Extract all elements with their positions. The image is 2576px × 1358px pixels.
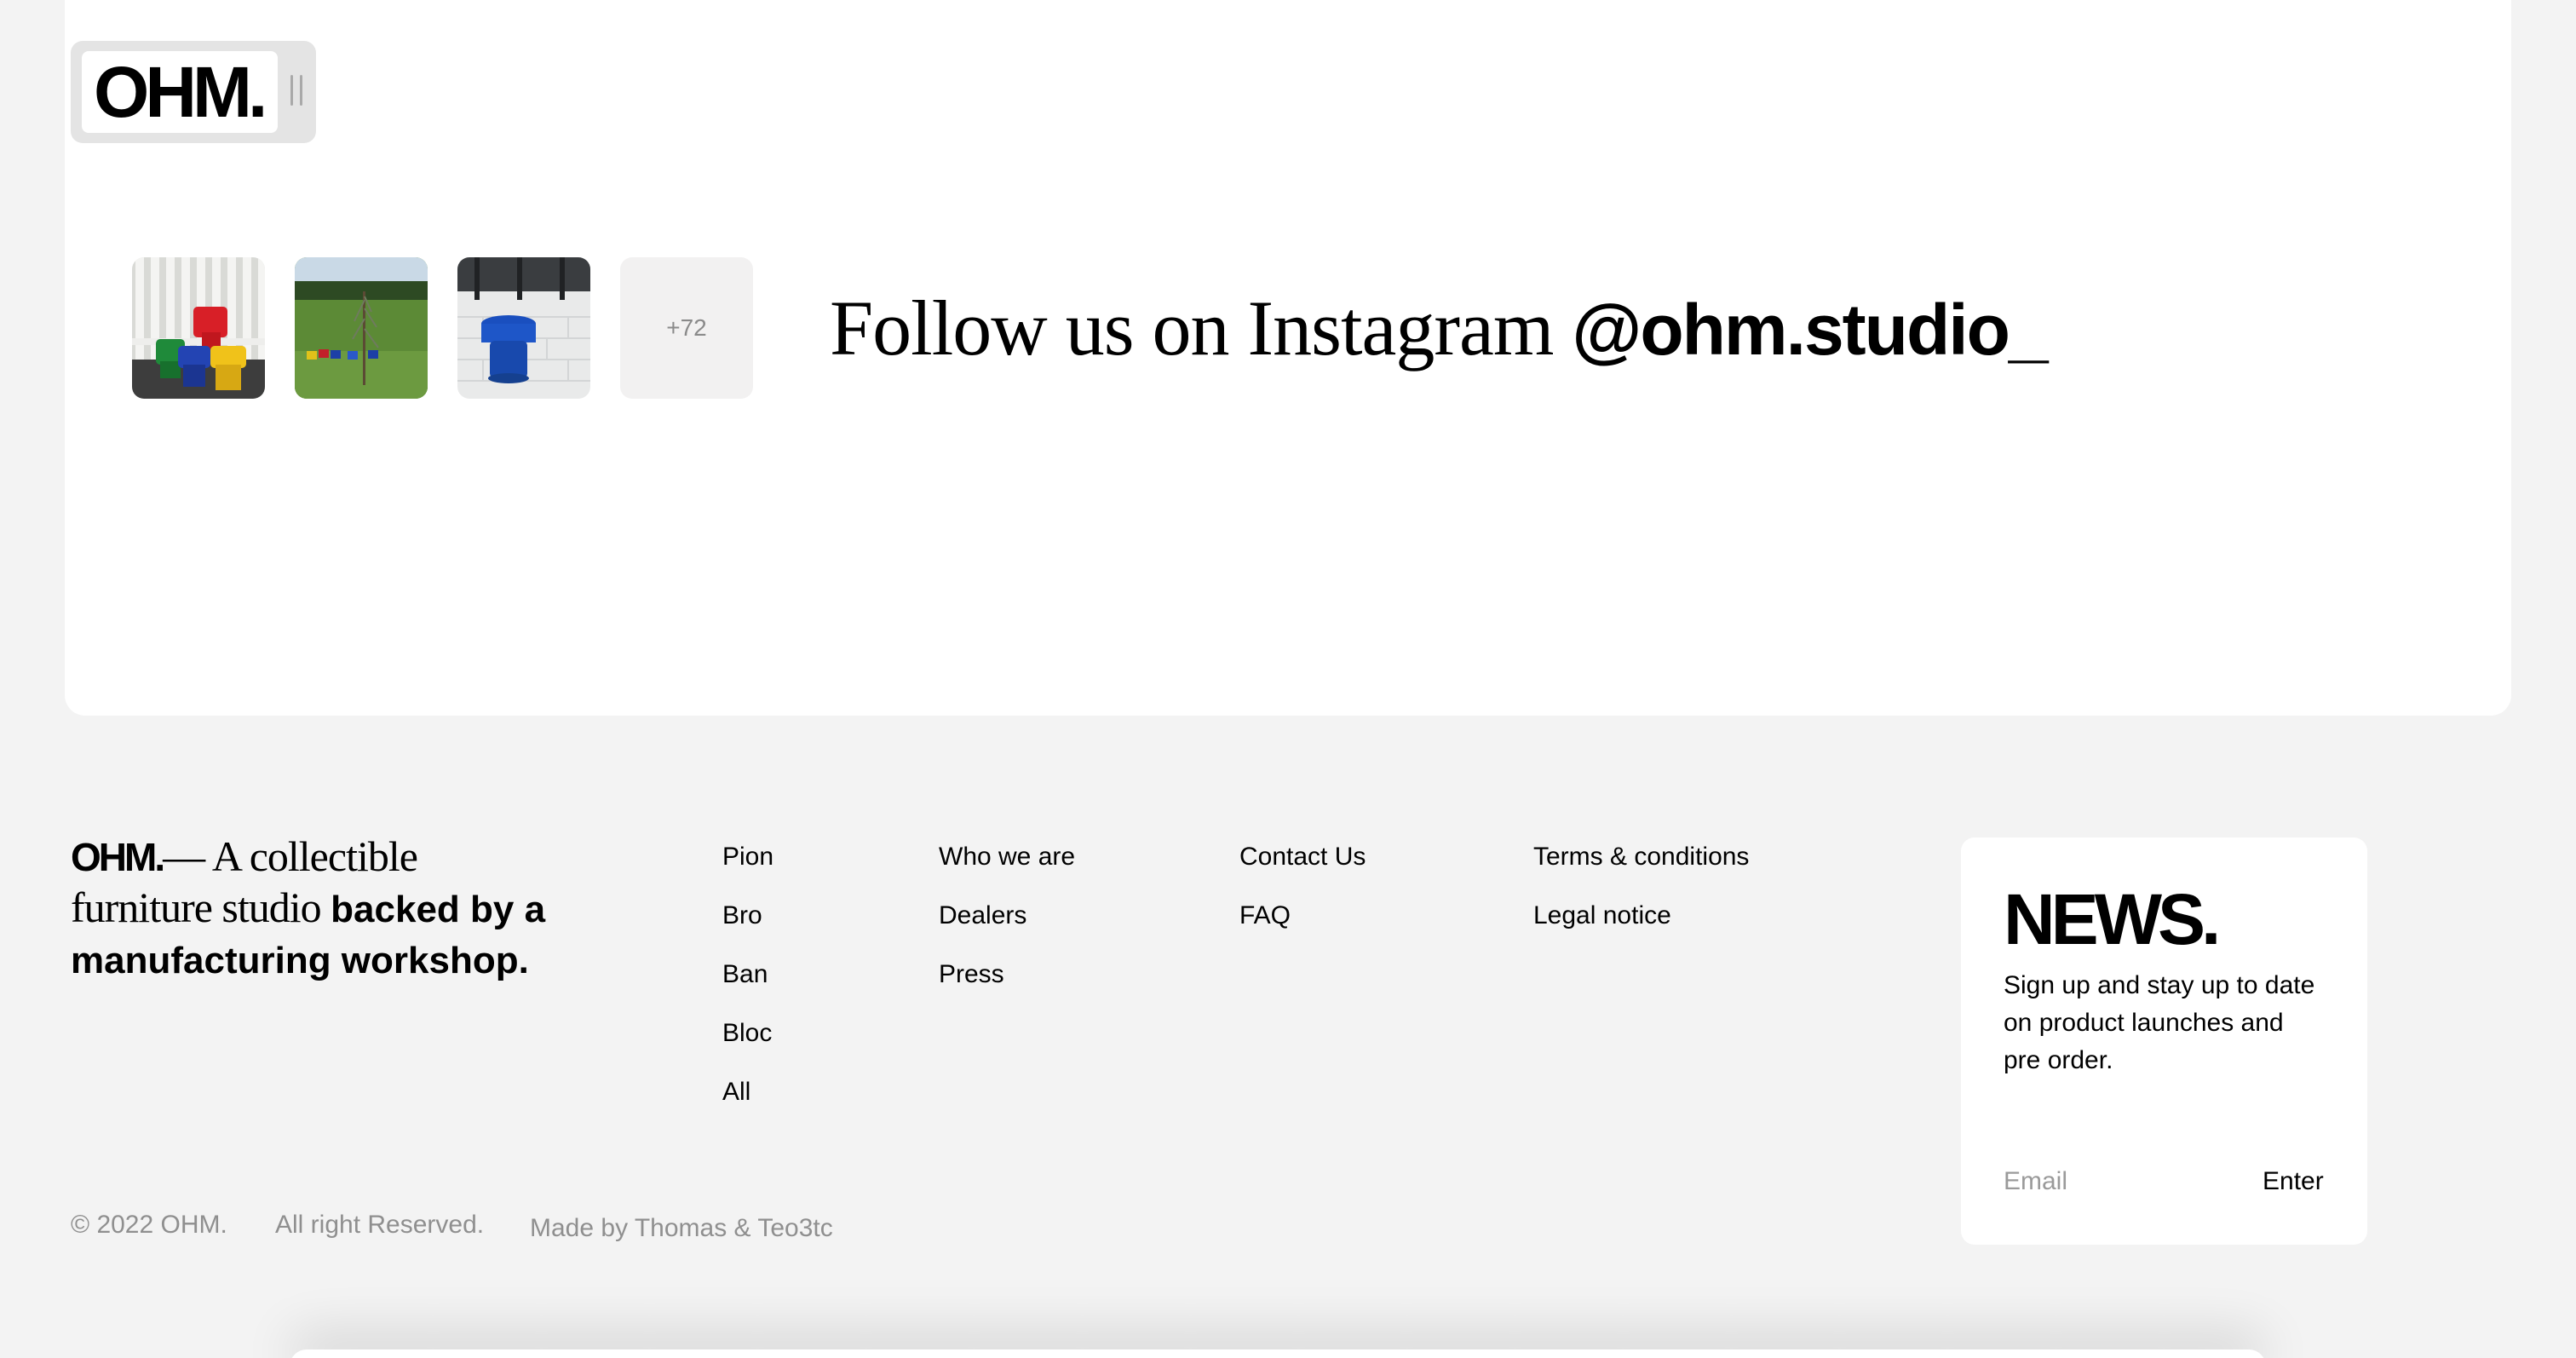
footer-nav-legal: Terms & conditions Legal notice xyxy=(1533,838,1749,956)
footer-nav-products: Pion Bro Ban Bloc All xyxy=(722,838,773,1132)
instagram-handle-link[interactable]: @ohm.studio_ xyxy=(1572,290,2048,370)
footer-link-legal-notice[interactable]: Legal notice xyxy=(1533,897,1749,956)
copyright-text: © 2022 OHM. xyxy=(71,1211,227,1239)
instagram-more-count[interactable]: +72 xyxy=(620,257,753,399)
newsletter-email-input[interactable] xyxy=(2004,1163,2225,1200)
instagram-thumb-blue-stool[interactable] xyxy=(457,257,590,399)
instagram-thumb-colored-stools[interactable] xyxy=(132,257,265,399)
tagline-dash: — xyxy=(163,832,212,880)
footer-link-dealers[interactable]: Dealers xyxy=(939,897,1075,956)
footer-brand: OHM. xyxy=(71,835,165,879)
footer-link-pion[interactable]: Pion xyxy=(722,838,773,897)
footer-link-faq[interactable]: FAQ xyxy=(1239,897,1366,956)
logo[interactable]: OHM. xyxy=(94,53,267,131)
newsletter-submit-button[interactable]: Enter xyxy=(2263,1163,2324,1200)
instagram-follow-text[interactable]: Follow us on Instagram @ohm.studio_ xyxy=(830,281,2049,377)
footer-link-bro[interactable]: Bro xyxy=(722,897,773,956)
follow-label: Follow us on Instagram xyxy=(830,285,1573,371)
photo-icon xyxy=(457,257,590,399)
photo-icon xyxy=(295,257,428,399)
footer-tagline: OHM.— A collectible furniture studio bac… xyxy=(71,831,548,986)
newsletter-description: Sign up and stay up to date on product l… xyxy=(2004,971,2315,1074)
footer-link-terms[interactable]: Terms & conditions xyxy=(1533,838,1749,897)
credits-link[interactable]: Made by Thomas & Teo3tc xyxy=(530,1210,833,1247)
photo-icon xyxy=(132,257,265,399)
footer-nav-help: Contact Us FAQ xyxy=(1239,838,1366,956)
rights-text: All right Reserved. xyxy=(275,1211,485,1239)
footer-link-contact-us[interactable]: Contact Us xyxy=(1239,838,1366,897)
drag-handle-icon[interactable] xyxy=(290,75,302,106)
instagram-thumb-lawn[interactable] xyxy=(295,257,428,399)
footer-nav-about: Who we are Dealers Press xyxy=(939,838,1075,1015)
newsletter-title: NEWS. xyxy=(2004,879,2221,959)
footer-link-press[interactable]: Press xyxy=(939,956,1075,1015)
footer-link-bloc[interactable]: Bloc xyxy=(722,1015,773,1073)
footer-link-all[interactable]: All xyxy=(722,1073,773,1132)
footer-link-ban[interactable]: Ban xyxy=(722,956,773,1015)
footer-link-who-we-are[interactable]: Who we are xyxy=(939,838,1075,897)
bottom-panel-edge xyxy=(290,1349,2266,1358)
page: OHM. +72 Follow us on Instagram @ohm.stu… xyxy=(0,0,2576,1358)
